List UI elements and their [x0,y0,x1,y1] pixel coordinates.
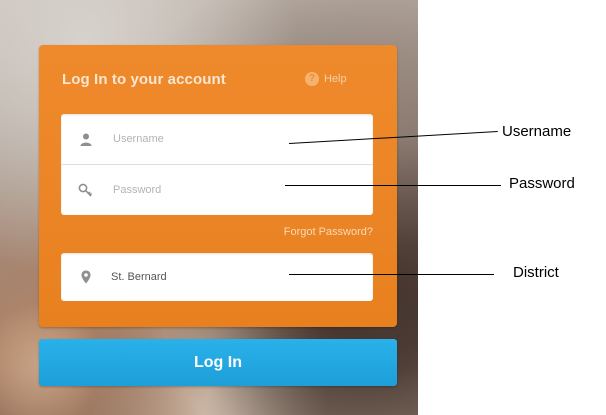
username-input[interactable] [111,132,355,146]
password-field[interactable] [61,165,373,215]
callout-username: Username [502,123,572,140]
credentials-group [61,114,373,215]
help-label: Help [324,73,347,85]
callout-password: Password [509,175,575,192]
help-link[interactable]: ? Help [305,72,347,86]
key-icon [75,183,97,197]
login-button[interactable]: Log In [39,339,397,386]
district-selector[interactable]: St. Bernard [61,253,373,301]
login-title: Log In to your account [62,71,226,88]
callout-line-password [285,185,501,186]
user-icon [75,133,97,146]
forgot-password-link[interactable]: Forgot Password? [284,226,373,238]
username-field[interactable] [61,114,373,165]
location-pin-icon [75,270,97,284]
screenshot-stage: Log In to your account ? Help Username F… [0,0,606,415]
district-value: St. Bernard [111,271,167,283]
login-card: Log In to your account ? Help Username F… [39,45,397,327]
callout-line-district [289,274,494,275]
callout-district: District [513,264,559,281]
help-icon: ? [305,72,319,86]
